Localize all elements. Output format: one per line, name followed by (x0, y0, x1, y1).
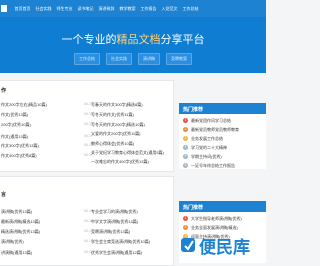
item-title[interactable]: 演讲稿(优秀13篇) (1, 209, 32, 215)
item-title[interactable]: 讲演稿(通用13篇) (1, 250, 32, 256)
hot-item[interactable]: 1 最新党团作风学习总结 (183, 118, 266, 126)
nav-item-work-summary[interactable]: 工作总结 (180, 6, 201, 12)
nav-item-reading-notes[interactable]: 读书笔记 (75, 6, 96, 12)
item-title[interactable]: 一次难忘的作文400字(优秀13篇) (91, 159, 149, 165)
nav-item-teacher[interactable]: 师生专业 (54, 6, 75, 12)
site-logo[interactable] (1, 5, 7, 12)
hot-item-title[interactable]: 大学生指导老师演讲稿(优秀) (191, 216, 242, 222)
rank-badge: 4 (183, 145, 188, 150)
item-title[interactable]: 写冬天的作文(优秀11篇) (91, 112, 134, 118)
rank-badge: 2 (183, 127, 188, 132)
nav-item-work-report[interactable]: 工作报告 (138, 6, 159, 12)
hero-title-prefix: 一个专业的 (61, 34, 117, 46)
item-title[interactable]: 学生会主席竞选演讲稿(优秀10篇) (91, 239, 150, 245)
top-nav: 首页首页 社会实践 师生专业 读书笔记 演讲致辞 教学教案 工作报告 入党范文 … (0, 0, 266, 17)
rank-badge: 2 (183, 225, 188, 230)
hot-item-title[interactable]: 业务发展工作总结 (191, 136, 223, 142)
rank-badge: 3 (183, 136, 188, 141)
item-title[interactable]: 作文(优秀13篇) (1, 112, 28, 118)
item-title[interactable]: 写春天的作文300字(精选8篇) (91, 102, 143, 108)
hero-title-highlight: 精品文档 (116, 34, 161, 46)
section1-title: 作 (1, 88, 7, 94)
nav-item-speech[interactable]: 演讲致辞 (96, 6, 117, 12)
hot-item[interactable]: 5 学期主持词(优秀) (183, 154, 266, 162)
item-title[interactable]: 作文200字左右(精品10篇) (1, 102, 47, 108)
rank-badge: 6 (183, 163, 188, 168)
item-title[interactable]: 作文400字(优秀8篇) (1, 153, 37, 159)
hot-item-title[interactable]: 一证号年终总结工作报告 (191, 163, 235, 169)
rank-badge: 5 (183, 154, 188, 159)
hot-item-title[interactable]: 学习党的二十大精神 (191, 145, 227, 151)
rank-badge: 1 (183, 216, 188, 221)
tag-speech[interactable]: 演讲稿 (138, 53, 160, 65)
section2-title: 言 (1, 192, 7, 198)
nav-item-teaching-plan[interactable]: 教学教案 (117, 6, 138, 12)
hot-item[interactable]: 1 大学生指导老师演讲稿(优秀) (183, 216, 266, 224)
item-title[interactable]: 竞聘演讲稿(优秀13篇) (91, 229, 130, 235)
hot-title: 热门推荐 (183, 107, 204, 113)
hot-item[interactable]: 6 一证号年终总结工作报告 (183, 163, 266, 171)
item-title[interactable]: 关于党纪学习教育心得体会范文(通用5篇) (91, 150, 164, 156)
hero-title-suffix: 分享平台 (160, 34, 205, 46)
hot-header: 热门推荐 (179, 201, 266, 212)
hot-item[interactable]: 3 业务发展工作总结 (183, 136, 266, 144)
hero-title: 一个专业的精品文档分享平台 (0, 31, 266, 47)
nav-item-home[interactable]: 首页首页 (12, 6, 33, 12)
item-title[interactable]: 演讲稿(优秀) (1, 239, 24, 245)
item-title[interactable]: 作文300字(优秀13篇) (1, 143, 39, 149)
nav-item-party[interactable]: 入党范文 (159, 6, 180, 12)
site-watermark-logo: 便民库 (181, 237, 250, 258)
rank-badge: 1 (183, 118, 188, 123)
hot-recommend-panel: 热门推荐 1 最新党团作风学习总结 2 最新党员教师党员教师教育 3 业务发展工作总结… (179, 103, 266, 169)
item-title[interactable]: 200字(优秀10篇) (1, 122, 31, 128)
item-title[interactable]: 最新演讲稿(精选13篇) (1, 219, 40, 225)
hot-item-title[interactable]: 学期主持词(优秀) (191, 154, 222, 160)
item-title[interactable]: 教师心得体会(优秀10篇) (91, 141, 134, 147)
item-title[interactable]: 精选演讲稿(优秀13篇) (1, 229, 40, 235)
tag-social-practice[interactable]: 社会实践 (106, 53, 132, 65)
hot-header: 热门推荐 (179, 103, 266, 114)
item-title[interactable]: 父爱的作文200字(优秀11篇) (91, 131, 141, 137)
hero-tags: 工作总结 社会实践 演讲稿 竞聘教案 (0, 53, 266, 65)
hero-banner: 一个专业的精品文档分享平台 工作总结 社会实践 演讲稿 竞聘教案 (0, 17, 266, 73)
hot-item-title[interactable]: 最新党员教师党员教师教育 (191, 127, 239, 133)
nav-item-social-practice[interactable]: 社会实践 (33, 6, 54, 12)
hot-item-title[interactable]: 业务全面发展演讲稿(精选) (191, 225, 238, 231)
watermark-text: 便民库 (199, 237, 250, 258)
item-title[interactable]: 写冬天的作文200字(精选10篇) (91, 122, 145, 128)
tag-competition[interactable]: 竞聘教案 (166, 53, 192, 65)
hot-item[interactable]: 2 最新党员教师党员教师教育 (183, 127, 266, 135)
item-title[interactable]: 中学文字演讲稿(优秀13篇) (91, 219, 138, 225)
tag-work-summary[interactable]: 工作总结 (74, 53, 100, 65)
item-title[interactable]: 专业会学习的演讲稿(优秀) (91, 209, 138, 215)
hot-item[interactable]: 4 学习党的二十大精神 (183, 145, 266, 153)
item-title[interactable]: 作文(通用13篇) (1, 134, 28, 140)
hot-item-title[interactable]: 最新党团作风学习总结 (191, 118, 231, 124)
hot-title: 热门推荐 (183, 205, 204, 211)
item-title[interactable]: 优秀学生会演讲稿(通用12篇) (91, 250, 142, 256)
